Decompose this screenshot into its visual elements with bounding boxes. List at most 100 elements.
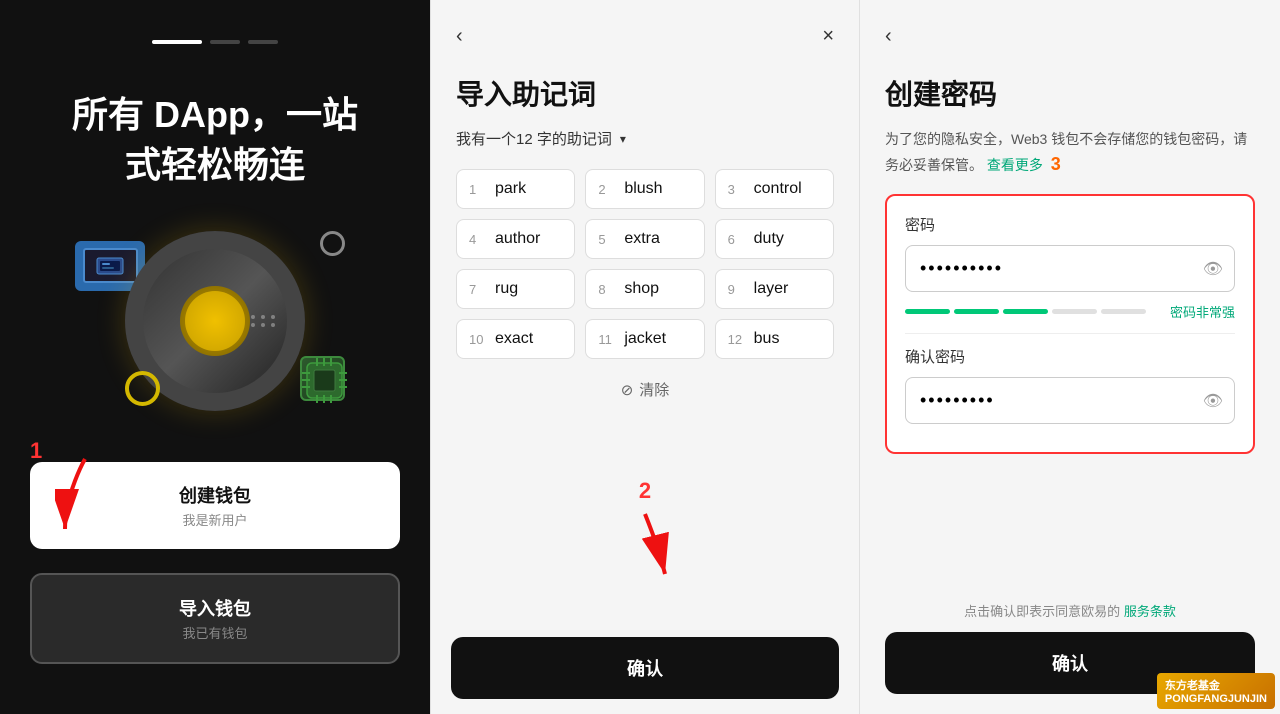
mnemonic-word: park [495, 180, 526, 198]
panel-right-desc: 为了您的隐私安全，Web3 钱包不会存储您的钱包密码，请务必妥善保管。 查看更多… [885, 128, 1255, 179]
annotation-2: 2 [615, 478, 675, 504]
laptop-screen [83, 248, 138, 283]
seg-2 [954, 309, 999, 314]
mnemonic-word: exact [495, 330, 533, 348]
mnemonic-selector-text: 我有一个12 字的助记词 [456, 128, 612, 149]
mnemonic-cell: 10 exact [456, 319, 575, 359]
close-icon[interactable]: × [817, 20, 839, 53]
mnemonic-word: author [495, 230, 540, 248]
password-form: 密码 👁 密码非常强 确认密码 👁 [885, 194, 1255, 454]
terms-text: 点击确认即表示同意欧易的 服务条款 [885, 601, 1255, 620]
mnemonic-num: 9 [728, 282, 746, 297]
panel-right-title: 创建密码 [885, 73, 1255, 113]
mnemonic-num: 1 [469, 182, 487, 197]
panel-middle-title: 导入助记词 [456, 73, 834, 113]
mnemonic-cell: 5 extra [585, 219, 704, 259]
panel-left: 所有 DApp，一站式轻松畅连 ₿ [0, 0, 430, 714]
mnemonic-word: layer [754, 280, 789, 298]
mnemonic-num: 4 [469, 232, 487, 247]
panel-right: ‹ 创建密码 为了您的隐私安全，Web3 钱包不会存储您的钱包密码，请务必妥善保… [860, 0, 1280, 714]
panel-left-title: 所有 DApp，一站式轻松畅连 [72, 90, 358, 191]
seg-4 [1052, 309, 1097, 314]
mnemonic-word: bus [754, 330, 780, 348]
password-input[interactable] [905, 245, 1235, 292]
chip-icon [300, 356, 345, 401]
panel-middle: ‹ × 导入助记词 我有一个12 字的助记词 ▾ 1 park 2 blush … [430, 0, 860, 714]
mnemonic-num: 3 [728, 182, 746, 197]
password-input-wrap: 👁 [905, 245, 1235, 292]
device-illustration: ₿ [65, 221, 365, 421]
mnemonic-num: 12 [728, 332, 746, 347]
seg-5 [1101, 309, 1146, 314]
strength-bar: 密码非常强 [905, 302, 1235, 321]
bitcoin-circle: ₿ [180, 286, 250, 356]
confirm-btn-area: 确认 [431, 622, 859, 714]
mnemonic-cell: 11 jacket [585, 319, 704, 359]
dropdown-chevron-icon: ▾ [620, 132, 626, 146]
import-wallet-label: 导入钱包 [52, 595, 378, 621]
mnemonic-word: jacket [624, 330, 666, 348]
mnemonic-cell: 12 bus [715, 319, 834, 359]
progress-dots [152, 40, 278, 44]
mnemonic-cell: 2 blush [585, 169, 704, 209]
mnemonic-num: 8 [598, 282, 616, 297]
confirm-password-label: 确认密码 [905, 346, 1235, 367]
mnemonic-num: 11 [598, 332, 616, 347]
panel-right-header: ‹ [860, 0, 1280, 63]
confirm-eye-icon[interactable]: 👁 [1203, 391, 1223, 411]
mnemonic-word: blush [624, 180, 662, 198]
mnemonic-num: 5 [598, 232, 616, 247]
import-wallet-button[interactable]: 导入钱包 我已有钱包 [30, 573, 400, 664]
mnemonic-cell: 9 layer [715, 269, 834, 309]
dot-1 [152, 40, 202, 44]
clear-button[interactable]: ⊘ 清除 [456, 379, 834, 400]
confirm-password-input-wrap: 👁 [905, 377, 1235, 424]
terms-link[interactable]: 服务条款 [1124, 604, 1176, 619]
import-wallet-sub: 我已有钱包 [52, 623, 378, 642]
mnemonic-cell: 4 author [456, 219, 575, 259]
panel-right-back-icon[interactable]: ‹ [880, 20, 897, 53]
desc-text: 为了您的隐私安全，Web3 钱包不会存储您的钱包密码，请务必妥善保管。 [885, 131, 1247, 173]
mnemonic-cell: 8 shop [585, 269, 704, 309]
mnemonic-cell: 7 rug [456, 269, 575, 309]
small-circle [320, 231, 345, 256]
mnemonic-selector[interactable]: 我有一个12 字的助记词 ▾ [456, 128, 834, 149]
small-ring [125, 371, 160, 406]
strength-segments [905, 309, 1146, 314]
confirm-password-input[interactable] [905, 377, 1235, 424]
annotation-2-area: 2 [615, 478, 675, 584]
mnemonic-word: extra [624, 230, 660, 248]
dot-3 [248, 40, 278, 44]
watermark: 东方老基金PONGFANGJUNJIN [1157, 673, 1275, 709]
arrow-1 [55, 454, 115, 539]
mnemonic-word: duty [754, 230, 784, 248]
terms-prefix: 点击确认即表示同意欧易的 [964, 604, 1120, 619]
panel-middle-header: ‹ × [431, 0, 859, 63]
clear-label: 清除 [639, 379, 669, 400]
clear-icon: ⊘ [621, 381, 634, 399]
seg-1 [905, 309, 950, 314]
mnemonic-num: 10 [469, 332, 487, 347]
seg-3 [1003, 309, 1048, 314]
mnemonic-word: shop [624, 280, 659, 298]
back-icon[interactable]: ‹ [451, 20, 468, 53]
mnemonic-num: 7 [469, 282, 487, 297]
strength-text: 密码非常强 [1170, 302, 1235, 321]
view-more-link[interactable]: 查看更多 [987, 157, 1043, 173]
annotation-3: 3 [1051, 154, 1061, 174]
panel-right-content: 创建密码 为了您的隐私安全，Web3 钱包不会存储您的钱包密码，请务必妥善保管。… [860, 63, 1280, 591]
mnemonic-cell: 1 park [456, 169, 575, 209]
mnemonic-grid: 1 park 2 blush 3 control 4 author 5 extr… [456, 169, 834, 359]
mnemonic-word: rug [495, 280, 518, 298]
dots-grid [251, 315, 277, 327]
password-label: 密码 [905, 214, 1235, 235]
eye-icon[interactable]: 👁 [1203, 259, 1223, 279]
mnemonic-num: 6 [728, 232, 746, 247]
dot-2 [210, 40, 240, 44]
form-divider [905, 333, 1235, 334]
confirm-button[interactable]: 确认 [451, 637, 839, 699]
mnemonic-cell: 6 duty [715, 219, 834, 259]
bitcoin-symbol: ₿ [204, 305, 227, 337]
annotation-1: 1 [30, 438, 42, 464]
mnemonic-num: 2 [598, 182, 616, 197]
